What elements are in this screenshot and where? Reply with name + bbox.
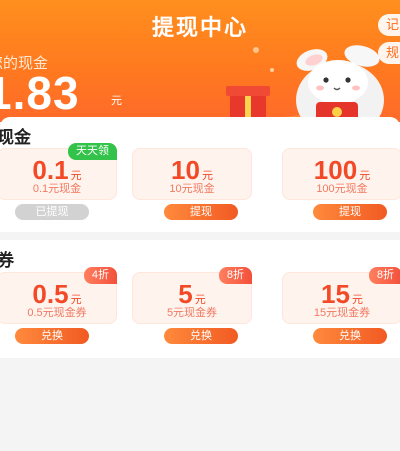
coupon-card-0.5[interactable]: 4折 0.5 元 0.5元现金券 [0, 267, 117, 324]
cash-card-10[interactable]: 10 元 10元现金 [132, 148, 252, 200]
coupon-section: 券 4折 0.5 元 0.5元现金券 兑换 8折 5元 5元现金券 兑换 8折 1… [0, 240, 400, 358]
cash-card-100[interactable]: 100 元 100元现金 [282, 148, 400, 200]
coupon-section-title: 券 [0, 251, 14, 270]
cash-desc: 100元现金 [316, 183, 368, 195]
cash-desc: 10元现金 [169, 183, 215, 195]
withdraw-button[interactable]: 提现 [313, 204, 387, 220]
withdrawn-button[interactable]: 已提现 [15, 204, 89, 220]
coupon-card-15[interactable]: 8折 15 元 15元现金券 [282, 267, 400, 324]
header-banner: 提现中心 记 规 您的现金 1.83 元 [0, 0, 400, 122]
cash-card-0.1[interactable]: 天天领 0.1 元 0.1元现金 [0, 143, 117, 200]
balance-value: 1.83 [0, 67, 80, 119]
exchange-button[interactable]: 兑换 [15, 328, 89, 344]
exchange-button[interactable]: 兑换 [164, 328, 238, 344]
rabbit-mascot-illustration [226, 45, 400, 122]
coupon-card-5[interactable]: 8折 5元 5元现金券 [132, 267, 252, 324]
cash-section-title: 现金 [0, 128, 31, 147]
coupon-desc: 5元现金券 [166, 307, 218, 319]
balance-unit: 元 [111, 95, 122, 107]
coupon-desc: 0.5元现金券 [27, 307, 87, 319]
exchange-button[interactable]: 兑换 [313, 328, 387, 344]
cash-desc: 0.1元现金 [32, 183, 82, 195]
coupon-desc: 15元现金券 [313, 307, 371, 319]
withdraw-button[interactable]: 提现 [164, 204, 238, 220]
cash-section: 现金 天天领 0.1 元 0.1元现金 已提现 10 元 10元现金 提现 100 元… [0, 117, 400, 232]
